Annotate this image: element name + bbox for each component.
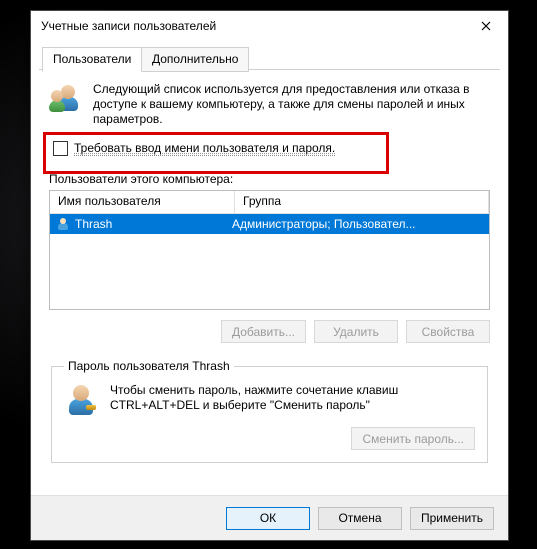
user-list-caption: Пользователи этого компьютера:: [49, 172, 490, 186]
tab-advanced[interactable]: Дополнительно: [141, 47, 249, 72]
intro-text: Следующий список используется для предос…: [93, 82, 490, 127]
user-row-group: Администраторы; Пользовател...: [224, 217, 489, 231]
tab-users[interactable]: Пользователи: [42, 47, 142, 72]
password-instruction-text: Чтобы сменить пароль, нажмите сочетание …: [110, 383, 475, 413]
intro-row: Следующий список используется для предос…: [49, 82, 490, 127]
tab-body-users: Следующий список используется для предос…: [31, 70, 508, 495]
column-group[interactable]: Группа: [235, 191, 489, 213]
user-row[interactable]: Thrash Администраторы; Пользовател...: [50, 214, 489, 234]
user-accounts-dialog: Учетные записи пользователей Пользовател…: [30, 10, 509, 541]
apply-button[interactable]: Применить: [410, 507, 494, 530]
require-password-label: Требовать ввод имени пользователя и паро…: [74, 141, 335, 156]
dialog-footer: ОК Отмена Применить: [31, 495, 508, 540]
window-title: Учетные записи пользователей: [41, 19, 216, 33]
remove-user-button[interactable]: Удалить: [314, 320, 398, 343]
require-password-row[interactable]: Требовать ввод имени пользователя и паро…: [53, 141, 490, 156]
column-username[interactable]: Имя пользователя: [50, 191, 235, 213]
add-user-button[interactable]: Добавить...: [221, 320, 306, 343]
titlebar[interactable]: Учетные записи пользователей: [31, 11, 508, 41]
password-groupbox: Пароль пользователя Thrash Чтобы сменить…: [51, 359, 488, 463]
tab-strip: Пользователи Дополнительно: [39, 45, 500, 70]
user-buttons-row: Добавить... Удалить Свойства: [49, 320, 490, 343]
users-duo-icon: [49, 82, 83, 116]
close-icon: [481, 21, 491, 31]
ok-button[interactable]: ОК: [226, 507, 310, 530]
user-row-name: Thrash: [75, 217, 112, 231]
user-list[interactable]: Имя пользователя Группа Thrash Администр…: [49, 190, 490, 310]
cancel-button[interactable]: Отмена: [318, 507, 402, 530]
close-button[interactable]: [463, 11, 508, 41]
properties-button[interactable]: Свойства: [406, 320, 490, 343]
user-key-icon: [64, 383, 98, 417]
change-password-button[interactable]: Сменить пароль...: [351, 427, 475, 450]
password-groupbox-legend: Пароль пользователя Thrash: [64, 359, 234, 373]
user-icon: [56, 217, 70, 231]
user-list-header: Имя пользователя Группа: [50, 191, 489, 214]
require-password-checkbox[interactable]: [53, 141, 68, 156]
